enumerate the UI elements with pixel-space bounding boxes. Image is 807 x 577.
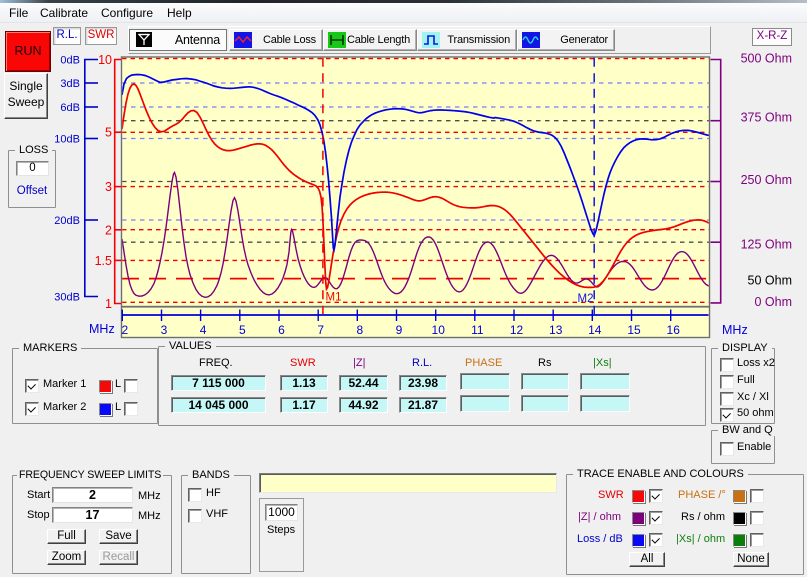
svg-text:2: 2 xyxy=(121,323,128,337)
svg-text:12: 12 xyxy=(510,323,524,337)
svg-text:1.5: 1.5 xyxy=(95,254,112,268)
svg-text:13: 13 xyxy=(549,323,563,337)
svg-text:9: 9 xyxy=(396,323,403,337)
svg-text:5: 5 xyxy=(105,126,112,140)
svg-text:3: 3 xyxy=(105,180,112,194)
svg-text:M2: M2 xyxy=(578,293,594,305)
svg-text:M1: M1 xyxy=(326,292,342,304)
svg-text:6: 6 xyxy=(278,323,285,337)
svg-text:125 Ohm: 125 Ohm xyxy=(741,238,792,252)
svg-text:0 Ohm: 0 Ohm xyxy=(754,295,792,309)
svg-text:50 Ohm: 50 Ohm xyxy=(748,274,792,288)
svg-text:MHz: MHz xyxy=(89,322,115,336)
svg-text:15: 15 xyxy=(627,323,641,337)
svg-text:30dB: 30dB xyxy=(54,292,80,304)
svg-text:500 Ohm: 500 Ohm xyxy=(741,52,792,66)
svg-text:10: 10 xyxy=(98,53,112,67)
svg-text:7: 7 xyxy=(317,323,324,337)
svg-text:1: 1 xyxy=(105,297,112,311)
svg-text:3dB: 3dB xyxy=(60,78,80,90)
svg-text:14: 14 xyxy=(588,323,602,337)
svg-text:20dB: 20dB xyxy=(54,215,80,227)
svg-text:10dB: 10dB xyxy=(54,134,80,146)
svg-text:2: 2 xyxy=(105,223,112,237)
svg-text:MHz: MHz xyxy=(722,323,748,337)
svg-text:11: 11 xyxy=(471,323,484,337)
svg-text:10: 10 xyxy=(432,323,446,337)
svg-text:375 Ohm: 375 Ohm xyxy=(741,111,792,125)
svg-text:5: 5 xyxy=(239,323,246,337)
svg-text:250 Ohm: 250 Ohm xyxy=(741,173,792,187)
svg-text:0dB: 0dB xyxy=(60,55,80,67)
svg-text:16: 16 xyxy=(667,323,681,337)
svg-text:8: 8 xyxy=(356,323,363,337)
svg-text:6dB: 6dB xyxy=(60,102,80,114)
svg-text:4: 4 xyxy=(200,323,207,337)
svg-text:3: 3 xyxy=(161,323,168,337)
